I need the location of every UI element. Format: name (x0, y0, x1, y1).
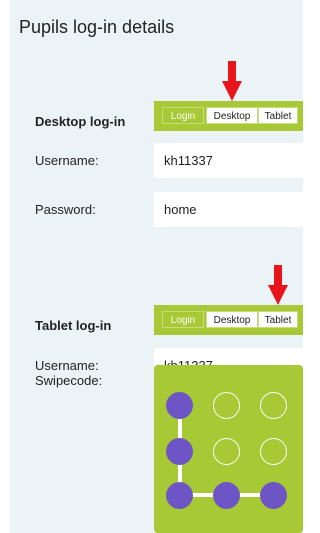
username-label: Username: (35, 358, 99, 373)
arrow-down-icon (222, 61, 242, 101)
desktop-login-heading: Desktop log-in (35, 114, 126, 129)
tab-login[interactable]: Login (162, 107, 204, 124)
tab-desktop[interactable]: Desktop (206, 107, 258, 124)
swipe-dot (213, 438, 240, 465)
swipe-dot (260, 438, 287, 465)
tab-login[interactable]: Login (162, 311, 204, 328)
username-label: Username: (35, 153, 99, 168)
swipe-dot-active (213, 482, 240, 509)
password-value-box: home (154, 192, 303, 227)
swipe-dot-active (166, 482, 193, 509)
swipe-dot-active (166, 438, 193, 465)
swipecode-pattern (154, 365, 303, 533)
tab-tablet[interactable]: Tablet (258, 311, 298, 328)
password-label: Password: (35, 202, 96, 217)
page-title: Pupils log-in details (19, 17, 175, 37)
username-value-box: kh11337 (154, 143, 303, 178)
tab-tablet[interactable]: Tablet (258, 107, 298, 124)
swipe-dot (213, 392, 240, 419)
swipe-dot-active (166, 392, 193, 419)
desktop-login-tabs: Login Desktop Tablet (154, 101, 303, 131)
swipecode-label: Swipecode: (35, 373, 103, 388)
password-value: home (164, 202, 197, 217)
username-value: kh11337 (164, 153, 213, 168)
swipe-dot (260, 392, 287, 419)
tab-desktop[interactable]: Desktop (206, 311, 258, 328)
tablet-login-tabs: Login Desktop Tablet (154, 305, 303, 335)
swipe-dot-active (260, 482, 287, 509)
tablet-login-heading: Tablet log-in (35, 318, 112, 333)
arrow-down-icon (268, 265, 288, 305)
